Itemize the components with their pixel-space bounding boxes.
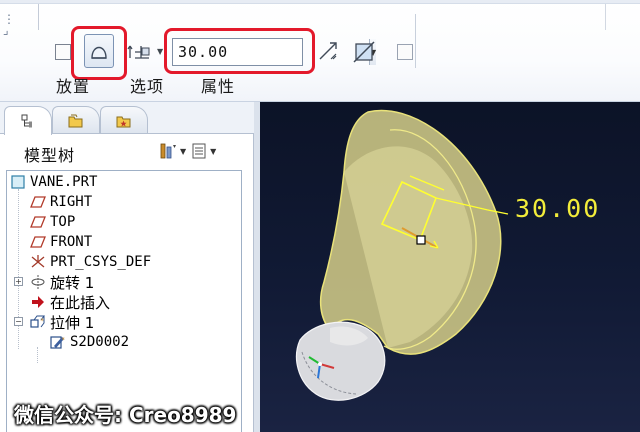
ribbon-top-border — [0, 0, 640, 4]
favorites-tab-icon — [116, 116, 131, 127]
depth-option-button[interactable] — [127, 40, 153, 62]
expand-toggle[interactable]: + — [14, 277, 23, 286]
model-tree: VANE.PRT RIGHT TOP FRONT PRT_CSYS_DEF + … — [6, 170, 242, 432]
tree-columns-button[interactable]: ▼ — [190, 142, 216, 160]
surface-button-highlight — [71, 26, 127, 80]
tab-folder-browser[interactable] — [52, 106, 100, 134]
tree-item-insert-here[interactable]: 在此插入 — [29, 292, 110, 312]
tree-item-revolve[interactable]: 旋转 1 — [29, 272, 94, 292]
watermark-text: 微信公众号: Creo8989 — [14, 403, 237, 427]
datum-plane-icon — [29, 214, 47, 230]
thicken-icon — [353, 41, 375, 63]
tree-item-datum-plane[interactable]: TOP — [29, 212, 75, 232]
tree-item-label: 在此插入 — [50, 293, 111, 312]
panel-title: 模型树 — [24, 146, 76, 165]
collapse-toggle[interactable]: − — [14, 317, 23, 326]
divider — [415, 14, 416, 68]
tree-item-csys[interactable]: PRT_CSYS_DEF — [29, 252, 151, 272]
remove-material-button[interactable] — [397, 44, 413, 60]
dashboard-ribbon: ⋮⌟ ▼ ▼ — [0, 0, 640, 102]
tree-item-label: S2D0002 — [70, 334, 130, 350]
tree-item-label: FRONT — [50, 234, 93, 250]
svg-text:*: * — [40, 317, 44, 325]
tree-item-datum-plane[interactable]: RIGHT — [29, 192, 92, 212]
tree-item-label: RIGHT — [50, 194, 93, 210]
flip-direction-icon — [319, 42, 337, 60]
drag-handle — [416, 235, 426, 245]
csys-icon — [29, 254, 47, 270]
navigator-panel: 模型树 ▼ ▼ VANE.PRT RIGHT TOP FRONT PRT_CSY… — [0, 102, 260, 432]
tree-item-extrude[interactable]: * 拉伸 1 — [29, 312, 94, 332]
solid-button[interactable] — [55, 44, 71, 60]
tab-options[interactable]: 选项 — [130, 73, 164, 97]
tree-item-label: PRT_CSYS_DEF — [50, 254, 152, 270]
tree-connector — [37, 347, 38, 363]
dropdown-arrow-icon[interactable]: ▼ — [157, 47, 163, 56]
tree-toolbar: ▼ ▼ — [158, 142, 216, 160]
tree-settings-icon — [160, 143, 176, 159]
tree-columns-icon — [192, 143, 206, 159]
revolve-icon — [29, 274, 47, 290]
graphics-viewport[interactable]: 30.00 — [260, 102, 640, 432]
insert-here-icon — [29, 294, 47, 310]
tree-settings-button[interactable]: ▼ — [158, 142, 186, 160]
tree-item-label: 拉伸 1 — [50, 313, 95, 332]
depth-dimension-label[interactable]: 30.00 — [515, 194, 600, 223]
ribbon-corner-mark: ⋮ ⌟ — [3, 12, 15, 37]
chevron-down-icon: ▼ — [180, 146, 187, 156]
tree-item-label: TOP — [50, 214, 76, 230]
model-graphics — [295, 109, 509, 401]
datum-plane-icon — [29, 194, 47, 210]
tree-item-sketch[interactable]: * S2D0002 — [49, 332, 129, 352]
sketch-icon: * — [49, 334, 67, 350]
tree-item-label: 旋转 1 — [50, 273, 95, 292]
tree-item-datum-plane[interactable]: FRONT — [29, 232, 92, 252]
tab-placement[interactable]: 放置 — [56, 73, 90, 97]
divider — [605, 4, 606, 30]
depth-icon — [127, 45, 150, 59]
tab-properties[interactable]: 属性 — [201, 73, 235, 97]
thicken-button[interactable] — [352, 40, 376, 64]
depth-value-highlight — [164, 28, 315, 74]
tab-favorites[interactable] — [100, 106, 148, 134]
extrude-icon: * — [29, 314, 47, 330]
part-icon — [9, 174, 27, 190]
folder-tab-icon — [68, 114, 83, 127]
navigator-tabstrip — [0, 102, 260, 135]
chevron-down-icon: ▼ — [210, 146, 217, 156]
divider — [38, 4, 39, 30]
tree-item-part[interactable]: VANE.PRT — [9, 172, 97, 192]
tab-model-tree[interactable] — [4, 106, 52, 135]
tree-item-label: VANE.PRT — [30, 174, 98, 190]
datum-plane-icon — [29, 234, 47, 250]
model-tree-tab-icon — [21, 114, 32, 128]
svg-text:*: * — [61, 336, 65, 344]
flip-direction-button[interactable] — [317, 40, 339, 62]
model-tree-panel: 模型树 ▼ ▼ VANE.PRT RIGHT TOP FRONT PRT_CSY… — [0, 134, 254, 432]
